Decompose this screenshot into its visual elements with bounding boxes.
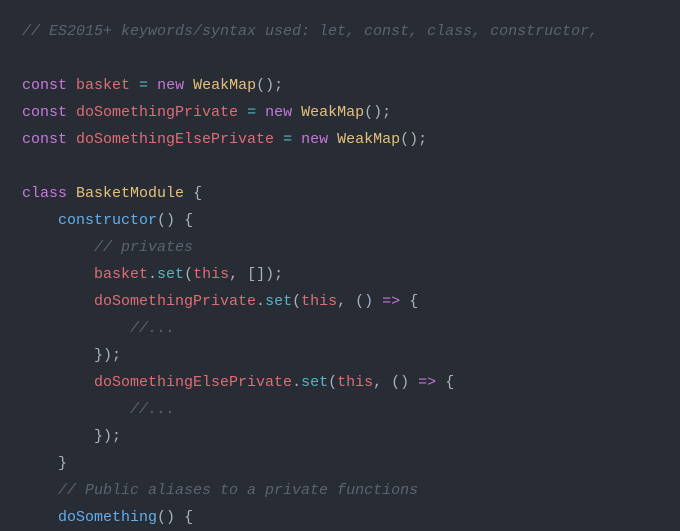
parens: ()	[391, 374, 409, 391]
semicolon: ;	[274, 266, 283, 283]
dot: .	[292, 374, 301, 391]
close-brace: }	[58, 455, 67, 472]
class-name: BasketModule	[76, 185, 184, 202]
this-keyword: this	[301, 293, 337, 310]
code-line: const doSomethingPrivate = new WeakMap()…	[22, 99, 658, 126]
code-line: // privates	[22, 234, 658, 261]
parens: ()	[256, 77, 274, 94]
comment-text: //...	[130, 320, 175, 337]
code-line: const doSomethingElsePrivate = new WeakM…	[22, 126, 658, 153]
variable-name: doSomethingElsePrivate	[76, 131, 274, 148]
comma: ,	[229, 266, 247, 283]
open-brace: {	[184, 509, 193, 526]
comment-text: // ES2015+ keywords/syntax used: let, co…	[22, 23, 598, 40]
comment-text: // Public aliases to a private functions	[58, 482, 418, 499]
constructor-keyword: constructor	[58, 212, 157, 229]
open-paren: (	[184, 266, 193, 283]
class-name: WeakMap	[301, 104, 364, 121]
keyword-new: new	[301, 131, 328, 148]
equals-op: =	[238, 104, 265, 121]
arrow-op: =>	[382, 293, 400, 310]
class-name: WeakMap	[337, 131, 400, 148]
code-block: // ES2015+ keywords/syntax used: let, co…	[22, 18, 658, 531]
code-line: //...	[22, 396, 658, 423]
method-name: doSomething	[58, 509, 157, 526]
code-line	[22, 45, 658, 72]
open-brace: {	[445, 374, 454, 391]
keyword-const: const	[22, 77, 67, 94]
parens: ()	[355, 293, 373, 310]
semicolon: ;	[382, 104, 391, 121]
code-line: basket.set(this, []);	[22, 261, 658, 288]
semicolon: ;	[418, 131, 427, 148]
code-line: constructor() {	[22, 207, 658, 234]
comment-text: // privates	[94, 239, 193, 256]
keyword-const: const	[22, 104, 67, 121]
method-set: set	[301, 374, 328, 391]
object-name: doSomethingPrivate	[94, 293, 256, 310]
close-arrow: });	[94, 347, 121, 364]
code-line: // Public aliases to a private functions	[22, 477, 658, 504]
equals-op: =	[274, 131, 301, 148]
keyword-new: new	[157, 77, 184, 94]
comma: ,	[373, 374, 391, 391]
open-brace: {	[184, 212, 193, 229]
code-line: });	[22, 423, 658, 450]
code-line: class BasketModule {	[22, 180, 658, 207]
keyword-const: const	[22, 131, 67, 148]
code-line: doSomethingElsePrivate.set(this, () => {	[22, 369, 658, 396]
open-paren: (	[292, 293, 301, 310]
close-paren: )	[265, 266, 274, 283]
comma: ,	[337, 293, 355, 310]
object-name: basket	[94, 266, 148, 283]
this-keyword: this	[193, 266, 229, 283]
code-line: doSomethingPrivate.set(this, () => {	[22, 288, 658, 315]
dot: .	[148, 266, 157, 283]
comment-text: //...	[130, 401, 175, 418]
object-name: doSomethingElsePrivate	[94, 374, 292, 391]
code-line: doSomething() {	[22, 504, 658, 531]
close-arrow: });	[94, 428, 121, 445]
parens: ()	[157, 212, 175, 229]
code-line: //...	[22, 315, 658, 342]
keyword-new: new	[265, 104, 292, 121]
empty-array: []	[247, 266, 265, 283]
code-line: // ES2015+ keywords/syntax used: let, co…	[22, 18, 658, 45]
code-line	[22, 153, 658, 180]
this-keyword: this	[337, 374, 373, 391]
equals-op: =	[130, 77, 157, 94]
open-brace: {	[193, 185, 202, 202]
open-paren: (	[328, 374, 337, 391]
variable-name: basket	[76, 77, 130, 94]
class-name: WeakMap	[193, 77, 256, 94]
code-line: });	[22, 342, 658, 369]
parens: ()	[157, 509, 175, 526]
parens: ()	[400, 131, 418, 148]
method-set: set	[157, 266, 184, 283]
code-line: const basket = new WeakMap();	[22, 72, 658, 99]
dot: .	[256, 293, 265, 310]
parens: ()	[364, 104, 382, 121]
keyword-class: class	[22, 185, 67, 202]
code-line: }	[22, 450, 658, 477]
variable-name: doSomethingPrivate	[76, 104, 238, 121]
method-set: set	[265, 293, 292, 310]
open-brace: {	[409, 293, 418, 310]
arrow-op: =>	[418, 374, 436, 391]
semicolon: ;	[274, 77, 283, 94]
